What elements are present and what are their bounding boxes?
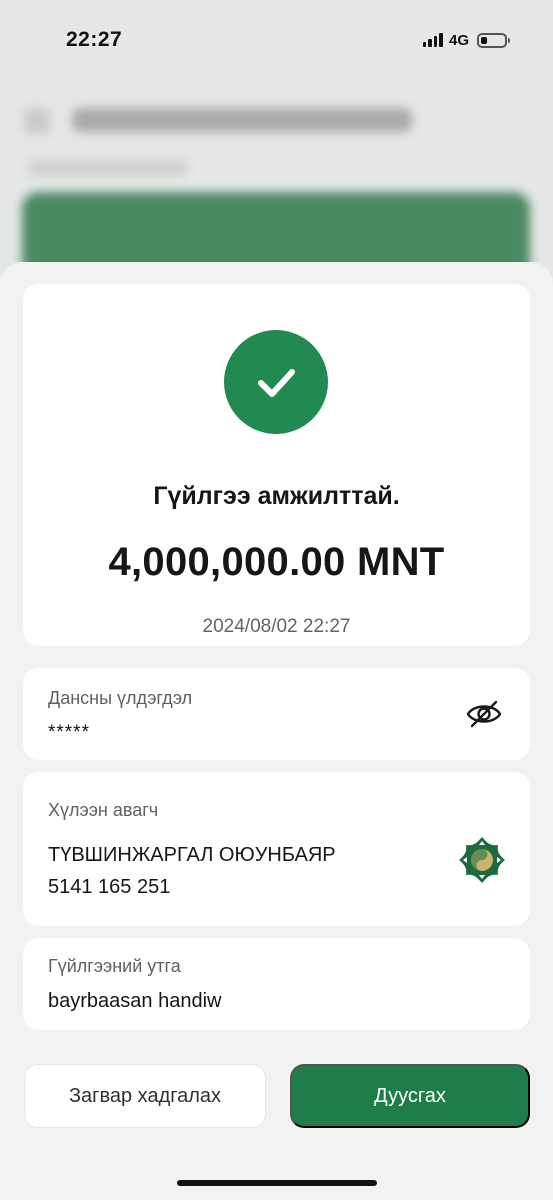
description-label: Гүйлгээний утга [48,956,181,976]
network-type: 4G [448,31,469,49]
balance-value: ***** [48,722,90,743]
balance-label: Дансны үлдэгдэл [48,688,193,708]
battery-level [481,36,487,44]
status-indicators: 4G [422,31,510,49]
recipient-label: Хүлээн авагч [48,800,159,820]
status-time: 22:27 [66,28,123,51]
recipient-card: Хүлээн авагч ТҮВШИНЖАРГАЛ ОЮУНБАЯР 5141 … [23,772,530,926]
home-indicator[interactable] [177,1180,377,1186]
signal-icon [422,33,443,47]
bank-logo-icon [458,836,506,884]
description-card: Гүйлгээний утга bayrbaasan handiw [23,938,530,1030]
save-template-button[interactable]: Загвар хадгалах [24,1064,266,1128]
status-bar: 22:27 4G [0,0,553,86]
result-sheet: Гүйлгээ амжилттай. 4,000,000.00 MNT 2024… [0,262,553,1200]
battery-icon [477,32,510,48]
balance-card: Дансны үлдэгдэл ***** [23,668,530,760]
recipient-name: ТҮВШИНЖАРГАЛ ОЮУНБАЯР [48,844,336,866]
background-header-title [72,108,412,132]
success-check-icon [224,330,328,434]
finish-button[interactable]: Дуусгах [290,1064,530,1128]
transaction-datetime: 2024/08/02 22:27 [202,616,351,637]
success-card: Гүйлгээ амжилттай. 4,000,000.00 MNT 2024… [23,284,530,646]
background-header-icon [24,108,50,134]
eye-off-icon[interactable] [465,698,503,730]
recipient-account: 5141 165 251 [48,876,171,898]
description-value: bayrbaasan handiw [48,990,222,1012]
transaction-amount: 4,000,000.00 MNT [108,540,445,584]
success-title: Гүйлгээ амжилттай. [153,482,400,510]
background-subtitle [28,160,188,176]
